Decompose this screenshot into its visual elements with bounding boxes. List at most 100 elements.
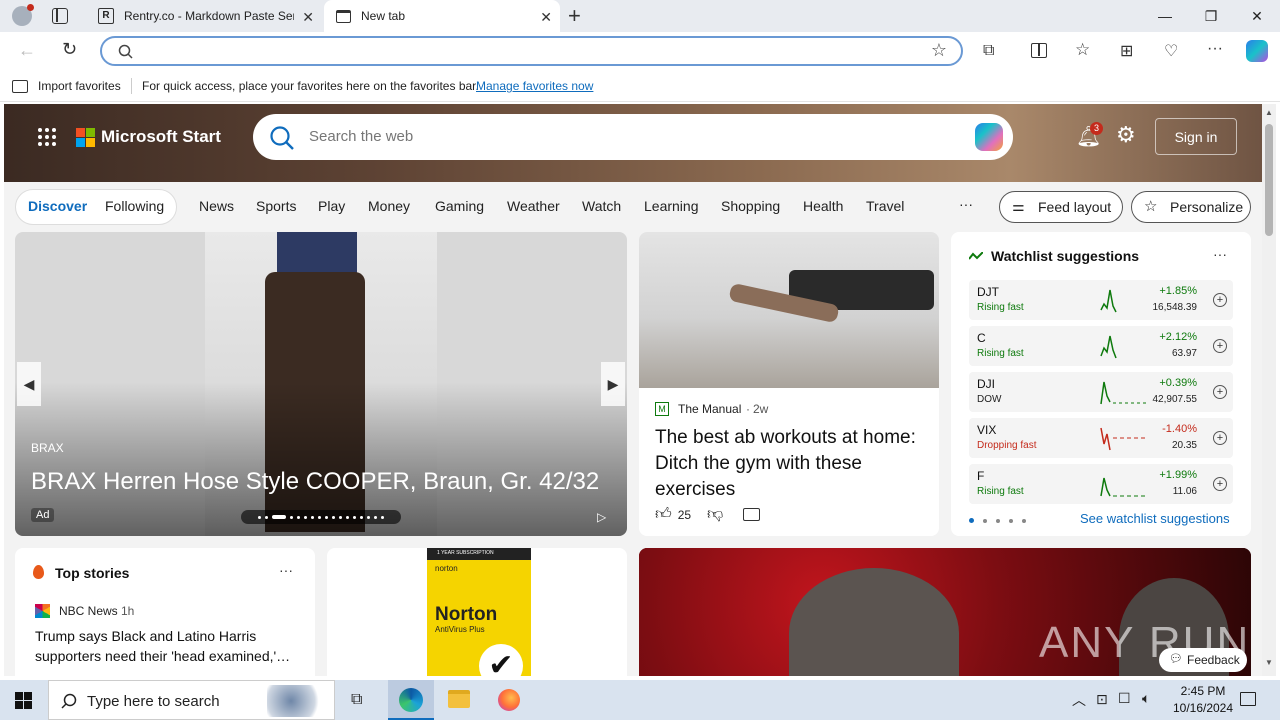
volume-icon[interactable]: 🔈︎ [1142,690,1150,707]
add-to-watchlist-icon[interactable]: + [1213,293,1227,307]
carousel-dots[interactable] [241,510,401,524]
favorites-icon[interactable]: ☆ [1075,40,1090,60]
ad-label: Ad [31,508,55,522]
checkmark-icon: ✔ [479,644,523,676]
nav-gaming[interactable]: Gaming [435,198,484,214]
watchlist-more-icon[interactable]: ··· [1213,246,1227,262]
tab-discover[interactable]: Discover [28,198,87,214]
stock-value: 63.97 [1171,348,1197,359]
add-to-watchlist-icon[interactable]: + [1213,339,1227,353]
minimize-icon[interactable]: — [1142,0,1188,32]
close-tab-icon[interactable]: ✕ [302,9,314,26]
copilot-icon[interactable] [975,123,1003,151]
article-source[interactable]: The Manual [678,402,741,416]
taskbar-search-placeholder: Type here to search [87,693,220,710]
import-favorites[interactable]: Import favorites [12,79,121,93]
sparkline-icon [1100,477,1147,497]
notification-center-icon[interactable] [1240,692,1256,706]
next-slide-button[interactable]: ▶ [601,362,625,406]
collections-icon[interactable]: ⊞ [1120,41,1133,61]
watchlist-pager-dots[interactable] [969,518,1026,523]
nav-learning[interactable]: Learning [644,198,699,214]
stock-row-djt[interactable]: DJT Rising fast +1.85% 16,548.39 + [969,280,1233,320]
ad-choices-icon[interactable]: ▷ [597,510,606,524]
add-to-watchlist-icon[interactable]: + [1213,385,1227,399]
settings-more-icon[interactable]: ··· [1207,40,1223,58]
tab-actions-icon[interactable] [52,8,68,24]
top-stories-title: Top stories [55,565,130,581]
norton-ad-card[interactable]: 1 YEAR SUBSCRIPTION norton Norton AntiVi… [327,548,627,676]
personalize-button[interactable]: ☆ Personalize [1131,191,1251,223]
tab-new-tab[interactable]: New tab ✕ [324,0,560,32]
web-search-box[interactable]: Search the web [253,114,1013,160]
search-placeholder: Search the web [309,128,414,145]
nav-play[interactable]: Play [318,198,345,214]
prev-slide-button[interactable]: ◀ [17,362,41,406]
nav-shopping[interactable]: Shopping [721,198,780,214]
article-title[interactable]: The best ab workouts at home: Ditch the … [655,425,927,503]
stock-row-c[interactable]: C Rising fast +2.12% 63.97 + [969,326,1233,366]
norton-box-image: 1 YEAR SUBSCRIPTION norton Norton AntiVi… [427,548,531,676]
firefox-icon[interactable] [498,689,520,711]
page-scrollbar[interactable]: ▲ ▼ [1262,104,1276,676]
stock-row-f[interactable]: F Rising fast +1.99% 11.06 + [969,464,1233,504]
game-promo-card[interactable]: ANY RUN 💬︎ Feedback [639,548,1251,676]
ad-title[interactable]: BRAX Herren Hose Style COOPER, Braun, Gr… [31,468,599,496]
profile-avatar[interactable] [12,4,34,26]
tab-rentry[interactable]: R Rentry.co - Markdown Paste Serv ✕ [86,0,322,32]
clock-date[interactable]: 10/16/2024 [1166,701,1240,715]
add-to-watchlist-icon[interactable]: + [1213,477,1227,491]
stock-row-vix[interactable]: VIX Dropping fast -1.40% 20.35 + [969,418,1233,458]
story-source[interactable]: NBC News [59,604,118,618]
thumbs-down-icon[interactable]: 👎︎ [707,505,723,524]
back-icon[interactable]: ← [18,40,36,61]
extensions-icon[interactable]: ⧉ [983,42,994,60]
show-hidden-icons[interactable]: ︿ [1072,690,1086,710]
refresh-icon[interactable]: ↻ [62,39,77,60]
wifi-icon[interactable]: ☐ [1118,690,1131,707]
article-card[interactable]: M The Manual · 2w The best ab workouts a… [639,232,939,536]
close-window-icon[interactable]: ✕ [1234,0,1280,32]
search-icon [118,44,133,59]
hero-ad-card[interactable]: ◀ ▶ BRAX BRAX Herren Hose Style COOPER, … [15,232,627,536]
new-tab-plus-icon[interactable]: + [568,3,581,29]
feedback-button[interactable]: 💬︎ Feedback [1159,648,1247,672]
comment-icon[interactable] [743,508,760,521]
task-view-icon[interactable]: ⧉ [351,691,362,709]
nav-watch[interactable]: Watch [582,198,621,214]
apps-grid-icon[interactable] [38,128,56,146]
top-stories-more-icon[interactable]: ··· [279,562,293,578]
nav-sports[interactable]: Sports [256,198,296,214]
add-to-watchlist-icon[interactable]: + [1213,431,1227,445]
address-bar[interactable]: ☆ [100,36,963,66]
copilot-icon[interactable] [1246,40,1268,62]
more-nav-button[interactable]: ··· [959,196,973,212]
favorite-star-icon[interactable]: ☆ [931,40,947,61]
nav-travel[interactable]: Travel [866,198,904,214]
nav-health[interactable]: Health [803,198,843,214]
feed-layout-button[interactable]: ⚌ Feed layout [999,191,1123,223]
edge-taskbar-icon[interactable] [388,680,434,720]
see-watchlist-link[interactable]: See watchlist suggestions [1080,511,1230,526]
file-explorer-icon[interactable] [448,690,470,708]
sign-in-button[interactable]: Sign in [1155,118,1237,155]
network-icon[interactable]: ⊡ [1096,691,1108,708]
story-headline[interactable]: Trump says Black and Latino Harris suppo… [35,626,301,666]
settings-gear-icon[interactable]: ⚙ [1116,122,1136,148]
split-screen-icon[interactable] [1031,43,1047,58]
watchlist-title: Watchlist suggestions [991,248,1140,264]
clock-time[interactable]: 2:45 PM [1172,684,1234,698]
restore-icon[interactable]: ❐ [1188,0,1234,32]
like-button[interactable]: 👍︎ 25 [655,505,691,524]
nav-money[interactable]: Money [368,198,410,214]
taskbar-search-box[interactable]: Type here to search [48,680,335,720]
tab-following[interactable]: Following [105,198,164,214]
nav-weather[interactable]: Weather [507,198,560,214]
stock-row-dji[interactable]: DJI DOW +0.39% 42,907.55 + [969,372,1233,412]
performance-icon[interactable]: ♡ [1164,41,1178,61]
nav-news[interactable]: News [199,198,234,214]
windows-start-icon[interactable] [15,692,32,709]
scrollbar-thumb[interactable] [1265,124,1273,236]
close-tab-icon[interactable]: ✕ [540,9,552,26]
manage-favorites-link[interactable]: Manage favorites now [476,79,593,93]
